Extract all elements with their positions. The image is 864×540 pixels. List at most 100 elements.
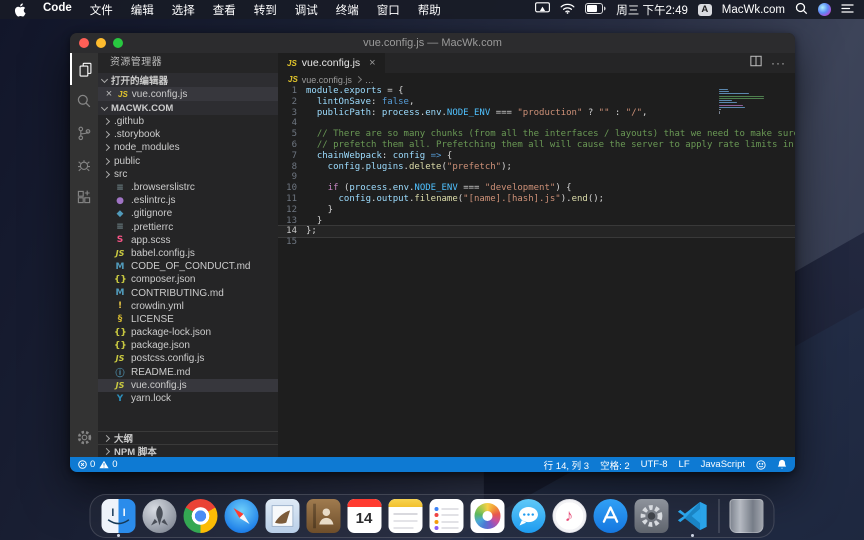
minimize-window-button[interactable]	[96, 38, 106, 48]
menu-clock[interactable]: 周三 下午2:49	[616, 2, 688, 18]
explorer-icon[interactable]	[70, 53, 98, 85]
tree-item-CODE_OF_CONDUCT.md[interactable]: MCODE_OF_CONDUCT.md	[98, 260, 278, 273]
code-line-10[interactable]: 10 if (process.env.NODE_ENV === "develop…	[278, 183, 795, 194]
tree-item-.prettierrc[interactable]: ≡.prettierrc	[98, 221, 278, 234]
source-control-icon[interactable]	[70, 117, 98, 149]
menu-item-6[interactable]: 调试	[286, 2, 327, 18]
code-line-8[interactable]: 8 config.plugins.delete("prefetch");	[278, 162, 795, 173]
code-line-11[interactable]: 11 config.output.filename("[name].[hash]…	[278, 194, 795, 205]
menu-item-0[interactable]: Code	[34, 2, 81, 18]
indentation[interactable]: 空格: 2	[600, 458, 630, 472]
mail-dock-icon[interactable]	[265, 499, 299, 533]
chrome-dock-icon[interactable]	[183, 499, 217, 533]
menu-item-2[interactable]: 编辑	[122, 2, 163, 18]
tree-item-.github[interactable]: .github	[98, 115, 278, 128]
launchpad-dock-icon[interactable]	[142, 499, 176, 533]
extensions-icon[interactable]	[70, 181, 98, 213]
messages-dock-icon[interactable]	[511, 499, 545, 533]
close-icon[interactable]: ×	[104, 88, 114, 100]
tree-item-crowdin.yml[interactable]: !crowdin.yml	[98, 300, 278, 313]
cursor-position[interactable]: 行 14, 列 3	[544, 458, 589, 472]
input-source-icon[interactable]: A	[698, 4, 712, 16]
finder-dock-icon[interactable]	[101, 499, 135, 533]
photos-dock-icon[interactable]	[470, 499, 504, 533]
window-title-bar[interactable]: vue.config.js — MacWk.com	[70, 33, 795, 53]
vscode-dock-icon[interactable]	[675, 499, 709, 533]
project-root-header[interactable]: MACWK.COM	[98, 101, 278, 115]
tree-item-package.json[interactable]: {}package.json	[98, 339, 278, 352]
contacts-dock-icon[interactable]	[306, 499, 340, 533]
tree-item-LICENSE[interactable]: §LICENSE	[98, 313, 278, 326]
tree-item-.storybook[interactable]: .storybook	[98, 128, 278, 141]
problems-warnings[interactable]: 0	[99, 459, 117, 470]
menu-item-8[interactable]: 窗口	[368, 2, 409, 18]
notes-dock-icon[interactable]	[388, 499, 422, 533]
code-line-12[interactable]: 12 }	[278, 205, 795, 216]
code-line-13[interactable]: 13 }	[278, 216, 795, 227]
tree-item-.browserslistrc[interactable]: ≡.browserslistrc	[98, 181, 278, 194]
code-line-5[interactable]: 5 // There are so many chunks (from all …	[278, 129, 795, 140]
code-line-15[interactable]: 15	[278, 237, 795, 248]
menu-item-5[interactable]: 转到	[245, 2, 286, 18]
code-line-1[interactable]: 1module.exports = {	[278, 86, 795, 97]
npm-scripts-section[interactable]: NPM 脚本	[98, 444, 278, 457]
settings-dock-icon[interactable]	[634, 499, 668, 533]
calendar-dock-icon[interactable]: 14	[347, 499, 381, 533]
problems-errors[interactable]: 0	[78, 459, 95, 470]
tree-item-.eslintrc.js[interactable]: ●.eslintrc.js	[98, 194, 278, 207]
tab-close-icon[interactable]: ×	[369, 57, 375, 69]
apple-menu-icon[interactable]	[10, 3, 34, 17]
settings-gear-icon[interactable]	[70, 421, 98, 453]
code-editor[interactable]: 1module.exports = {2 lintOnSave: false,3…	[278, 86, 795, 457]
tree-item-vue.config.js[interactable]: JSvue.config.js	[98, 379, 278, 392]
tree-item-.gitignore[interactable]: ◆.gitignore	[98, 207, 278, 220]
tree-item-package-lock.json[interactable]: {}package-lock.json	[98, 326, 278, 339]
open-editor-item[interactable]: × JS vue.config.js	[98, 87, 278, 101]
code-line-2[interactable]: 2 lintOnSave: false,	[278, 97, 795, 108]
tree-item-node_modules[interactable]: node_modules	[98, 141, 278, 154]
code-line-14[interactable]: 14};	[278, 226, 795, 237]
spotlight-search-icon[interactable]	[795, 2, 808, 18]
code-line-6[interactable]: 6 // prefetch them all. Prefetching them…	[278, 140, 795, 151]
tree-item-postcss.config.js[interactable]: JSpostcss.config.js	[98, 352, 278, 365]
tree-item-yarn.lock[interactable]: Yyarn.lock	[98, 392, 278, 405]
siri-icon[interactable]	[818, 3, 831, 16]
tree-item-src[interactable]: src	[98, 168, 278, 181]
encoding[interactable]: UTF-8	[641, 459, 668, 470]
menu-item-3[interactable]: 选择	[163, 2, 204, 18]
tree-item-public[interactable]: public	[98, 155, 278, 168]
notification-center-icon[interactable]	[841, 3, 854, 17]
reminders-dock-icon[interactable]	[429, 499, 463, 533]
close-window-button[interactable]	[79, 38, 89, 48]
menu-item-9[interactable]: 帮助	[409, 2, 450, 18]
code-line-9[interactable]: 9	[278, 172, 795, 183]
appstore-dock-icon[interactable]	[593, 499, 627, 533]
tree-item-composer.json[interactable]: {}composer.json	[98, 273, 278, 286]
minimap[interactable]	[719, 89, 766, 116]
code-line-3[interactable]: 3 publicPath: process.env.NODE_ENV === "…	[278, 108, 795, 119]
open-editors-header[interactable]: 打开的编辑器	[98, 73, 278, 87]
outline-section[interactable]: 大纲	[98, 431, 278, 444]
tree-item-README.md[interactable]: ⓘREADME.md	[98, 366, 278, 379]
code-line-7[interactable]: 7 chainWebpack: config => {	[278, 151, 795, 162]
menu-item-1[interactable]: 文件	[81, 2, 122, 18]
display-mirroring-icon[interactable]	[535, 2, 550, 17]
feedback-smiley-icon[interactable]	[756, 460, 766, 470]
tree-item-CONTRIBUTING.md[interactable]: MCONTRIBUTING.md	[98, 286, 278, 299]
menu-brand[interactable]: MacWk.com	[722, 4, 785, 16]
split-editor-icon[interactable]	[750, 54, 762, 72]
safari-dock-icon[interactable]	[224, 499, 258, 533]
tree-item-babel.config.js[interactable]: JSbabel.config.js	[98, 247, 278, 260]
tab-vue-config[interactable]: JS vue.config.js ×	[278, 53, 385, 73]
menu-item-7[interactable]: 终端	[327, 2, 368, 18]
tree-item-app.scss[interactable]: Sapp.scss	[98, 234, 278, 247]
trash-dock-icon[interactable]	[729, 499, 763, 533]
search-icon[interactable]	[70, 85, 98, 117]
more-actions-icon[interactable]: ···	[771, 56, 786, 70]
debug-icon[interactable]	[70, 149, 98, 181]
eol-sequence[interactable]: LF	[679, 459, 690, 470]
code-line-4[interactable]: 4	[278, 118, 795, 129]
music-dock-icon[interactable]: ♪	[552, 499, 586, 533]
wifi-icon[interactable]	[560, 3, 575, 17]
language-mode[interactable]: JavaScript	[701, 459, 745, 470]
